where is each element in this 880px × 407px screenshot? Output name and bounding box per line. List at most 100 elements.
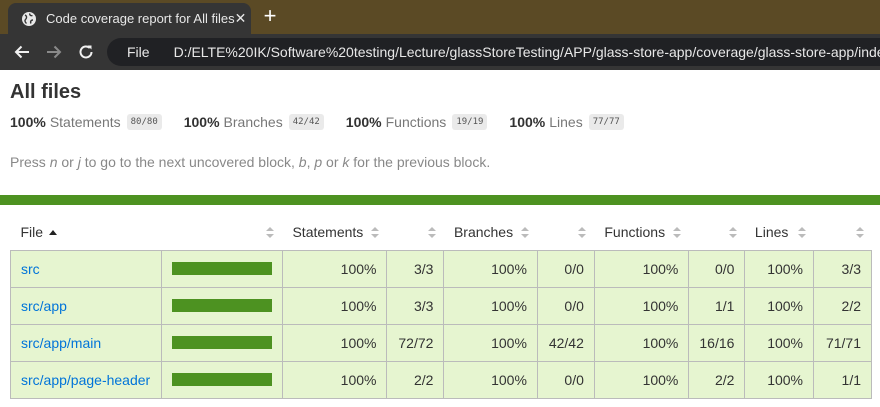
hint-text: Press	[10, 154, 50, 170]
branches-fraction: 0/0	[536, 360, 595, 399]
file-link[interactable]: src/app/main	[21, 335, 101, 351]
functions-fraction: 16/16	[688, 323, 746, 362]
functions-pct: 100%	[593, 323, 690, 362]
header-statements[interactable]: Statements	[282, 215, 387, 250]
coverage-bar-cell	[160, 249, 283, 288]
branches-fraction: 0/0	[536, 249, 595, 288]
sort-ascending-icon	[49, 230, 58, 236]
statements-fraction: 2/2	[386, 360, 445, 399]
statements-fraction: 3/3	[386, 249, 445, 288]
header-file-label: File	[20, 224, 44, 241]
coverage-bar	[171, 373, 272, 386]
coverage-summary: 100% Statements 80/80 100% Branches 42/4…	[10, 114, 646, 130]
file-cell: src/app/page-header	[10, 360, 162, 399]
header-file[interactable]: File	[11, 215, 162, 250]
statements-pct: 100%	[281, 286, 388, 325]
header-branches[interactable]: Branches	[444, 215, 537, 250]
lines-pct: 100%	[744, 286, 814, 325]
file-cell: src/app/main	[10, 323, 162, 362]
sort-icon	[266, 227, 275, 239]
table-row: src/app 100% 3/3 100% 0/0 100% 1/1 100% …	[10, 286, 872, 325]
header-functions-label: Functions	[604, 224, 666, 241]
new-tab-button[interactable]: +	[258, 5, 282, 29]
summary-pct: 100%	[509, 114, 546, 130]
file-link[interactable]: src/app/page-header	[21, 372, 150, 388]
lines-fraction: 1/1	[813, 360, 872, 399]
keyboard-hint: Press n or j to go to the next uncovered…	[10, 154, 490, 170]
sort-icon	[427, 227, 436, 239]
summary-functions: 100% Functions 19/19	[346, 114, 488, 130]
address-bar[interactable]: File D:/ELTE%20IK/Software%20testing/Lec…	[107, 38, 880, 66]
lines-fraction: 2/2	[813, 286, 872, 325]
branches-pct: 100%	[443, 360, 538, 399]
coverage-bar-cell	[160, 323, 283, 362]
coverage-bar-fill	[171, 262, 272, 275]
url-text[interactable]: D:/ELTE%20IK/Software%20testing/Lecture/…	[174, 44, 880, 60]
sort-icon	[521, 227, 530, 239]
file-cell: src	[10, 249, 162, 288]
header-lines-frac[interactable]	[814, 215, 872, 250]
table-row: src 100% 3/3 100% 0/0 100% 0/0 100% 3/3	[10, 249, 872, 288]
summary-fraction: 19/19	[452, 114, 488, 130]
branches-pct: 100%	[443, 286, 538, 325]
functions-fraction: 0/0	[688, 249, 746, 288]
coverage-bar-fill	[171, 299, 272, 312]
functions-pct: 100%	[593, 249, 690, 288]
summary-lines: 100% Lines 77/77	[509, 114, 624, 130]
statements-fraction: 72/72	[386, 323, 445, 362]
lines-fraction: 3/3	[813, 249, 872, 288]
lines-pct: 100%	[744, 323, 814, 362]
browser-toolbar: File D:/ELTE%20IK/Software%20testing/Lec…	[0, 34, 880, 70]
coverage-bar	[171, 336, 272, 349]
browser-tab[interactable]: Code coverage report for All files ✕	[8, 3, 251, 34]
header-lines[interactable]: Lines	[745, 215, 814, 250]
sort-icon	[578, 227, 587, 239]
tab-title: Code coverage report for All files	[46, 11, 235, 26]
summary-fraction: 77/77	[588, 114, 624, 130]
reload-icon	[79, 45, 93, 59]
summary-pct: 100%	[10, 114, 46, 130]
header-statements-frac[interactable]	[387, 215, 444, 250]
header-functions[interactable]: Functions	[594, 215, 689, 250]
header-functions-frac[interactable]	[689, 215, 745, 250]
coverage-report-page: All files 100% Statements 80/80 100% Bra…	[0, 70, 880, 407]
browser-tab-strip: Code coverage report for All files ✕ +	[0, 0, 880, 34]
file-scheme-label: File	[127, 44, 150, 60]
sort-icon	[370, 227, 379, 239]
sort-icon	[672, 227, 681, 239]
header-statements-label: Statements	[292, 224, 364, 241]
back-button[interactable]	[10, 40, 34, 64]
functions-pct: 100%	[593, 360, 690, 399]
sort-icon	[797, 227, 806, 239]
branches-pct: 100%	[443, 323, 538, 362]
page-title: All files	[10, 81, 82, 103]
lines-pct: 100%	[744, 249, 814, 288]
reload-button[interactable]	[74, 40, 98, 64]
header-branches-label: Branches	[453, 224, 514, 241]
branches-pct: 100%	[443, 249, 538, 288]
statements-fraction: 3/3	[386, 286, 445, 325]
header-bar[interactable]	[161, 215, 282, 250]
summary-label: Lines	[549, 114, 583, 130]
coverage-bar-fill	[171, 373, 272, 386]
table-row: src/app/main 100% 72/72 100% 42/42 100% …	[10, 323, 872, 362]
coverage-bar-cell	[160, 360, 283, 399]
file-link[interactable]: src/app	[21, 298, 67, 314]
summary-statements: 100% Statements 80/80	[10, 114, 162, 130]
summary-label: Statements	[49, 114, 121, 130]
forward-button[interactable]	[42, 40, 66, 64]
lines-fraction: 71/71	[813, 323, 872, 362]
summary-fraction: 80/80	[126, 114, 162, 130]
coverage-bar-fill	[171, 336, 272, 349]
summary-label: Branches	[223, 114, 283, 130]
statements-pct: 100%	[281, 360, 388, 399]
header-lines-label: Lines	[754, 224, 789, 241]
file-link[interactable]: src	[21, 261, 40, 277]
coverage-table: File Statements Branches Functions Lines…	[10, 215, 872, 399]
functions-pct: 100%	[593, 286, 690, 325]
summary-branches: 100% Branches 42/42	[184, 114, 324, 130]
header-branches-frac[interactable]	[537, 215, 594, 250]
hint-text: or	[57, 154, 78, 170]
close-tab-icon[interactable]: ✕	[235, 10, 247, 27]
sort-icon	[728, 227, 737, 239]
